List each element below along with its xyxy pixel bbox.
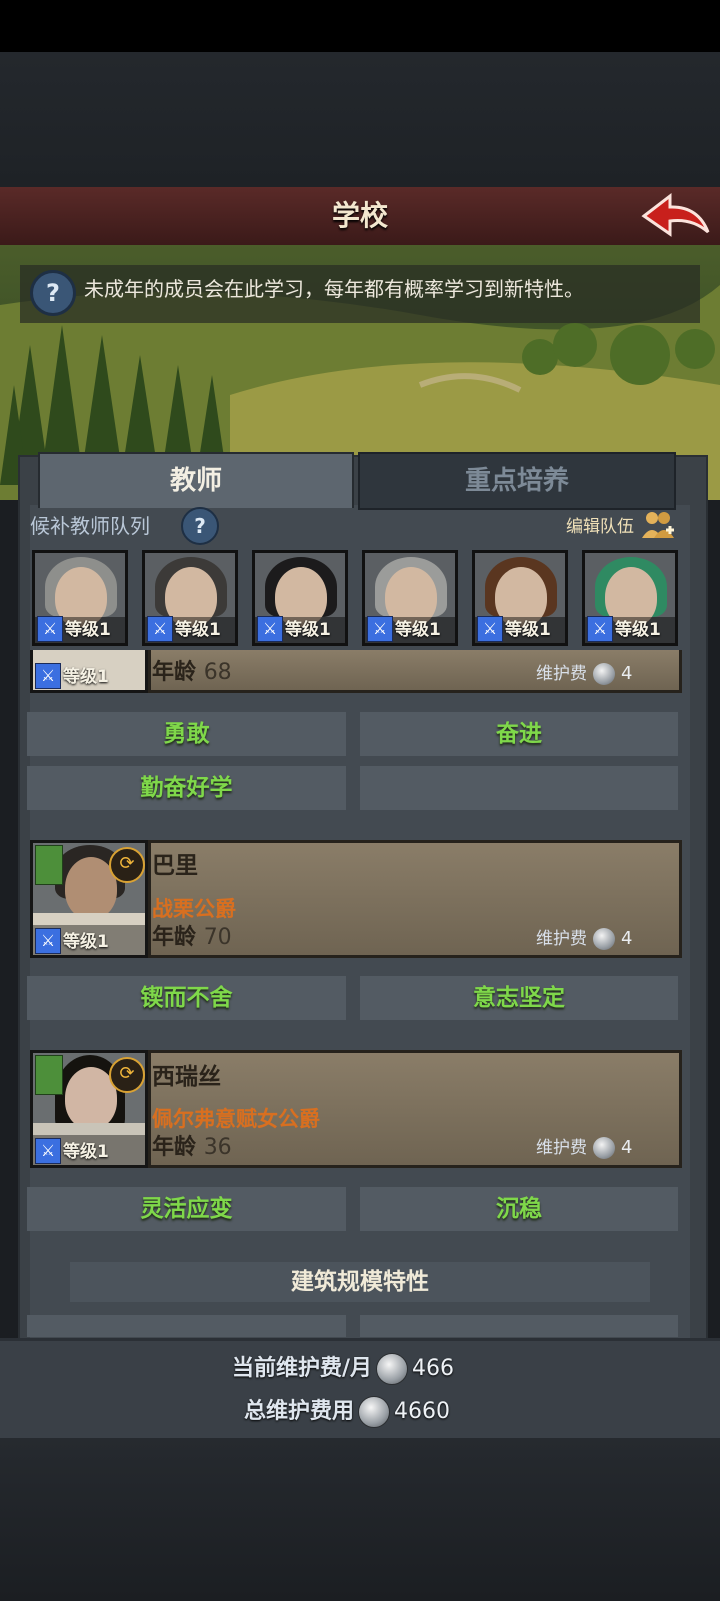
sword-icon: ⚔	[587, 616, 613, 642]
trait-slot-empty	[360, 766, 678, 810]
level-label: 等级1	[65, 620, 111, 640]
monthly-maintenance: 当前维护费/月 466	[232, 1352, 454, 1386]
total-maintenance: 总维护费用 4660	[244, 1395, 450, 1429]
tab-focus-training[interactable]: 重点培养	[358, 452, 676, 510]
trait-badge[interactable]: 勤奋好学	[27, 766, 346, 810]
background-top	[0, 52, 720, 187]
swap-icon[interactable]: ⟳	[109, 1057, 145, 1093]
teacher-age: 年龄 68	[152, 660, 232, 685]
house-banner-icon	[35, 1055, 63, 1095]
maintenance-fee: 维护费 4	[536, 928, 633, 950]
swap-icon[interactable]: ⟳	[109, 847, 145, 883]
level-label: 等级1	[175, 620, 221, 640]
trait-badge[interactable]: 奋进	[360, 712, 678, 756]
back-arrow-icon[interactable]	[640, 190, 712, 240]
trait-badge[interactable]: 灵活应变	[27, 1187, 346, 1231]
tab-teacher[interactable]: 教师	[38, 452, 354, 508]
silver-coin-icon	[358, 1396, 391, 1428]
level-label: 等级1	[63, 1142, 109, 1162]
question-icon[interactable]: ?	[181, 507, 219, 545]
trait-badge[interactable]: 沉稳	[360, 1187, 678, 1231]
level-label: 等级1	[63, 667, 109, 687]
maintenance-fee: 维护费 4	[536, 663, 633, 685]
level-label: 等级1	[63, 932, 109, 952]
reserve-teacher-4[interactable]: ⚔ 等级1	[362, 550, 458, 646]
silver-coin-icon	[376, 1353, 409, 1385]
teacher-age: 年龄 70	[152, 925, 232, 950]
level-label: 等级1	[395, 620, 441, 640]
sword-icon: ⚔	[367, 616, 393, 642]
silver-coin-icon	[593, 928, 615, 950]
hint-text: 未成年的成员会在此学习，每年都有概率学习到新特性。	[84, 277, 584, 301]
teacher-title: 战栗公爵	[152, 897, 236, 921]
add-member-icon[interactable]	[640, 508, 676, 544]
trait-badge[interactable]: 意志坚定	[360, 976, 678, 1020]
teacher-age: 年龄 36	[152, 1135, 232, 1160]
reserve-teacher-1[interactable]: ⚔ 等级1	[32, 550, 128, 646]
level-label: 等级1	[505, 620, 551, 640]
sword-icon: ⚔	[35, 928, 61, 954]
silver-coin-icon	[593, 663, 615, 685]
silver-coin-icon	[593, 1137, 615, 1159]
teacher-portrait[interactable]: ⟳ ⚔ 等级1	[30, 840, 148, 958]
sword-icon: ⚔	[257, 616, 283, 642]
reserve-queue-label: 候补教师队列	[30, 514, 150, 538]
reserve-teacher-5[interactable]: ⚔ 等级1	[472, 550, 568, 646]
reserve-teacher-3[interactable]: ⚔ 等级1	[252, 550, 348, 646]
building-traits-header: 建筑规模特性	[70, 1262, 650, 1302]
sword-icon: ⚔	[477, 616, 503, 642]
reserve-teacher-6[interactable]: ⚔ 等级1	[582, 550, 678, 646]
sword-icon: ⚔	[37, 616, 63, 642]
sword-icon: ⚔	[35, 1138, 61, 1164]
maintenance-fee: 维护费 4	[536, 1137, 633, 1159]
teacher-title: 佩尔弗意赋女公爵	[152, 1107, 320, 1131]
status-bar	[0, 0, 720, 52]
trait-badge[interactable]: 勇敢	[27, 712, 346, 756]
level-label: 等级1	[615, 620, 661, 640]
page-title: 学校	[331, 199, 388, 232]
trait-badge-partial[interactable]	[360, 1315, 678, 1337]
sword-icon: ⚔	[147, 616, 173, 642]
trait-badge-partial[interactable]	[27, 1315, 346, 1337]
reserve-teacher-2[interactable]: ⚔ 等级1	[142, 550, 238, 646]
sword-icon: ⚔	[35, 663, 61, 689]
level-label: 等级1	[285, 620, 331, 640]
teacher-portrait[interactable]: ⟳ ⚔ 等级1	[30, 1050, 148, 1168]
question-icon[interactable]: ?	[30, 270, 76, 316]
teacher-name: 西瑞丝	[152, 1064, 221, 1090]
background-bottom	[0, 1438, 720, 1601]
edit-team-button[interactable]: 编辑队伍	[566, 515, 634, 539]
teacher-name: 巴里	[152, 853, 198, 879]
teacher-portrait[interactable]: ⚔ 等级1	[30, 650, 148, 693]
house-banner-icon	[35, 845, 63, 885]
trait-badge[interactable]: 锲而不舍	[27, 976, 346, 1020]
